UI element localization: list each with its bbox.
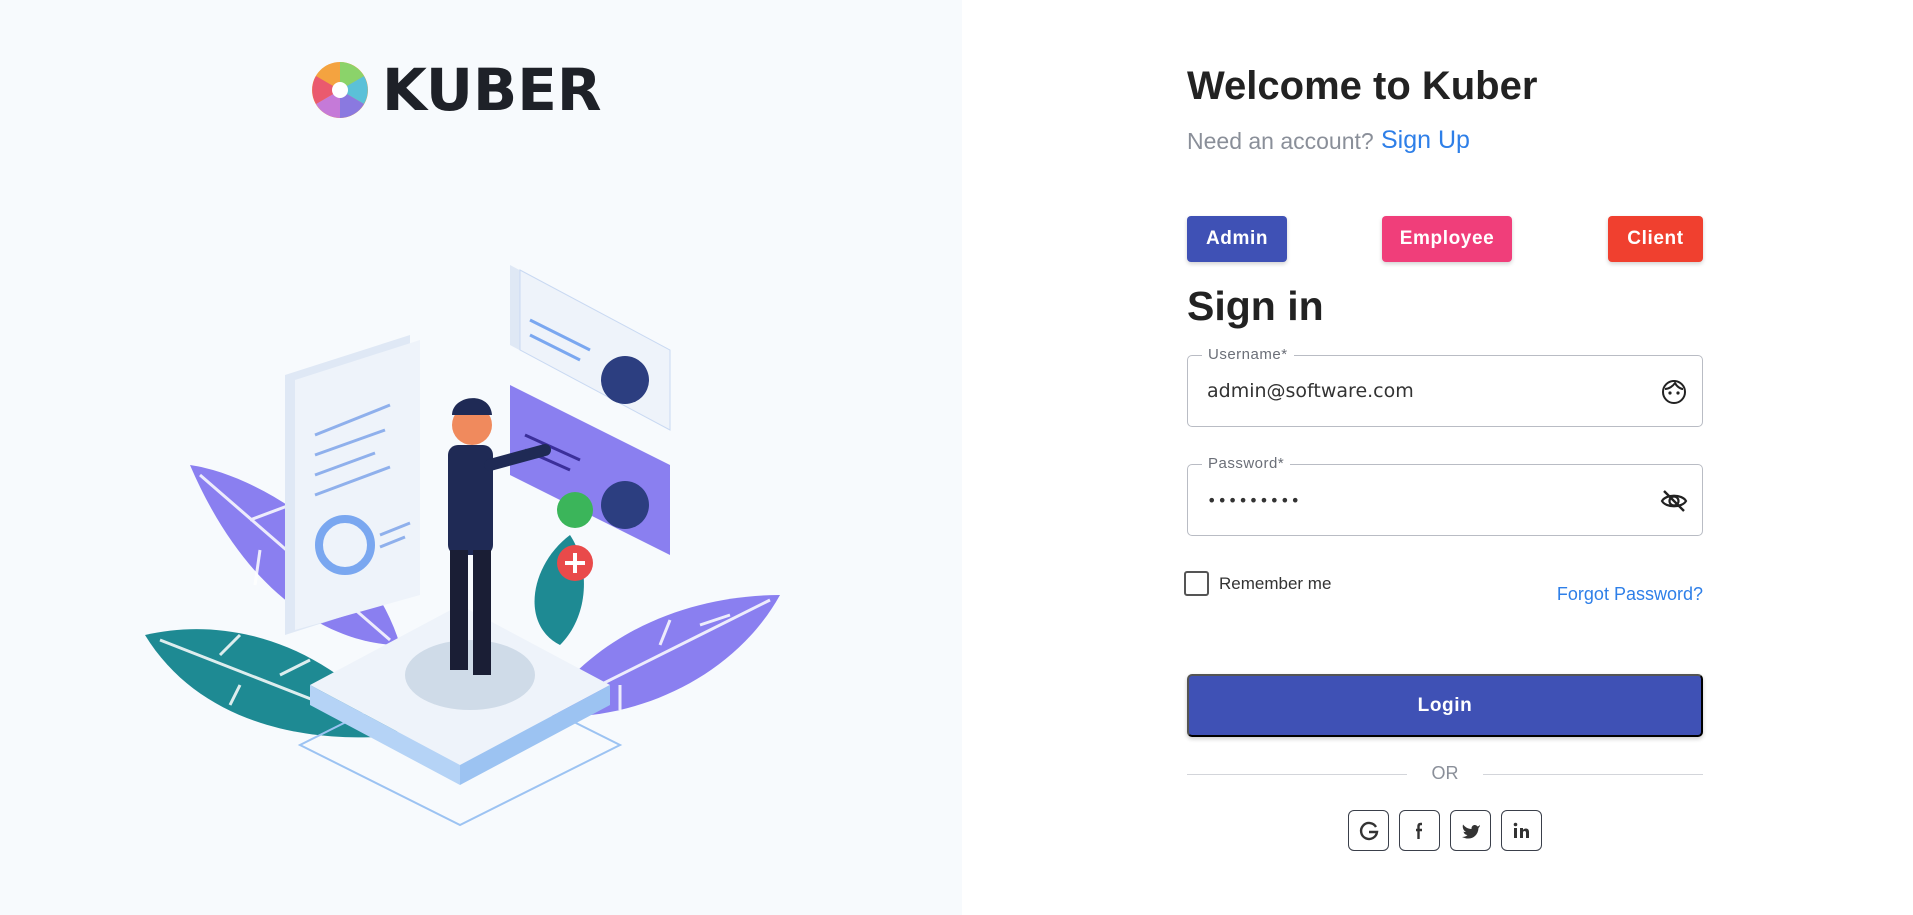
signup-link[interactable]: Sign Up bbox=[1381, 126, 1470, 155]
eye-off-icon[interactable] bbox=[1660, 487, 1688, 515]
password-field[interactable]: Password* ••••••••• bbox=[1187, 455, 1703, 536]
page-title: Welcome to Kuber bbox=[1187, 64, 1538, 108]
facebook-login-button[interactable] bbox=[1399, 810, 1440, 851]
brand-name: KUBER bbox=[382, 56, 602, 124]
linkedin-icon bbox=[1513, 822, 1529, 838]
forgot-password-link[interactable]: Forgot Password? bbox=[1557, 584, 1703, 605]
employee-role-button[interactable]: Employee bbox=[1382, 216, 1512, 262]
or-divider: OR bbox=[1187, 762, 1703, 786]
username-label: Username* bbox=[1202, 346, 1294, 363]
divider-line-right bbox=[1483, 774, 1703, 775]
remember-me[interactable]: Remember me bbox=[1184, 571, 1331, 596]
login-button[interactable]: Login bbox=[1187, 674, 1703, 737]
facebook-icon bbox=[1415, 822, 1422, 839]
kuber-logo-icon bbox=[312, 62, 368, 118]
password-label: Password* bbox=[1202, 455, 1291, 472]
remember-label: Remember me bbox=[1219, 573, 1332, 593]
right-panel: Welcome to Kuber Need an account? Sign U… bbox=[962, 0, 1913, 915]
google-icon bbox=[1359, 821, 1378, 840]
twitter-login-button[interactable] bbox=[1450, 810, 1491, 851]
client-role-button[interactable]: Client bbox=[1608, 216, 1703, 262]
social-login bbox=[1348, 810, 1542, 851]
left-panel: KUBER bbox=[0, 0, 962, 915]
remember-checkbox[interactable] bbox=[1184, 571, 1209, 596]
brand-logo: KUBER bbox=[310, 60, 602, 120]
username-field[interactable]: Username* admin@software.com bbox=[1187, 346, 1703, 427]
admin-role-button[interactable]: Admin bbox=[1187, 216, 1287, 262]
face-icon bbox=[1662, 380, 1686, 404]
twitter-icon bbox=[1461, 824, 1480, 839]
password-value[interactable]: ••••••••• bbox=[1207, 491, 1301, 510]
need-account-text: Need an account? bbox=[1187, 128, 1374, 154]
google-login-button[interactable] bbox=[1348, 810, 1389, 851]
signin-heading: Sign in bbox=[1187, 283, 1324, 329]
username-value[interactable]: admin@software.com bbox=[1207, 380, 1414, 402]
linkedin-login-button[interactable] bbox=[1501, 810, 1542, 851]
login-illustration bbox=[145, 265, 780, 827]
